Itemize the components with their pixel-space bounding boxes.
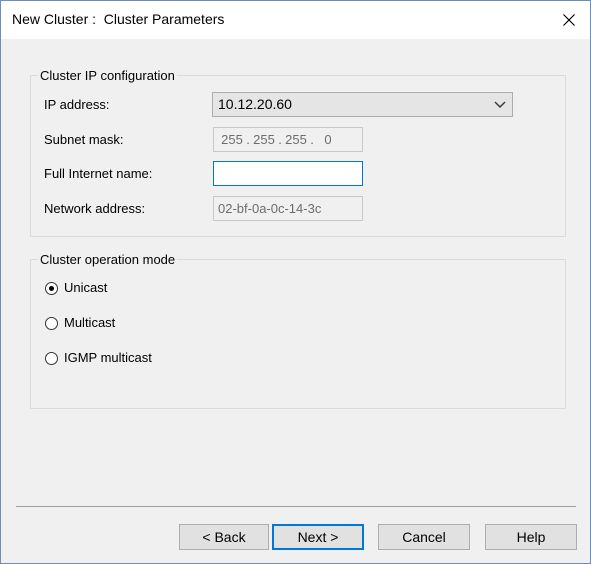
multicast-radio[interactable]: Multicast [45,315,165,331]
new-cluster-dialog: New Cluster : Cluster Parameters Cluster… [0,0,591,564]
help-button[interactable]: Help [485,524,577,550]
ip-config-group-title: Cluster IP configuration [38,68,177,84]
window-title: New Cluster : Cluster Parameters [12,11,225,27]
title-bar: New Cluster : Cluster Parameters [1,1,590,39]
operation-mode-group-title: Cluster operation mode [38,252,178,268]
subnet-octet-1: 255 [221,132,243,147]
full-internet-name-input[interactable] [213,161,363,186]
network-address-label: Network address: [44,201,146,216]
unicast-radio[interactable]: Unicast [45,280,165,296]
back-button[interactable]: < Back [179,524,269,550]
full-internet-name-label: Full Internet name: [44,166,153,181]
ip-address-label: IP address: [44,97,110,112]
subnet-mask-label: Subnet mask: [44,132,124,147]
ip-address-value: 10.12.20.60 [218,96,292,112]
subnet-octet-3: 255 [285,132,307,147]
network-address-field: 02-bf-0a-0c-14-3c [213,196,363,221]
next-button[interactable]: Next > [272,524,364,550]
ip-address-dropdown[interactable]: 10.12.20.60 [212,92,513,117]
igmp-multicast-label: IGMP multicast [64,350,152,365]
radio-button [45,317,58,330]
radio-button [45,352,58,365]
unicast-label: Unicast [64,280,108,295]
radio-selected-dot [49,286,54,291]
radio-button [45,282,58,295]
subnet-octet-4: 0 [324,132,332,147]
separator [16,506,576,507]
cancel-button[interactable]: Cancel [378,524,470,550]
close-icon [563,14,575,26]
close-button[interactable] [547,1,591,39]
subnet-mask-field[interactable]: 255. 255. 255. 0 [213,127,363,152]
chevron-down-icon [494,101,506,108]
network-address-value: 02-bf-0a-0c-14-3c [218,201,322,216]
subnet-octet-2: 255 [253,132,275,147]
multicast-label: Multicast [64,315,116,330]
igmp-multicast-radio[interactable]: IGMP multicast [45,350,185,366]
